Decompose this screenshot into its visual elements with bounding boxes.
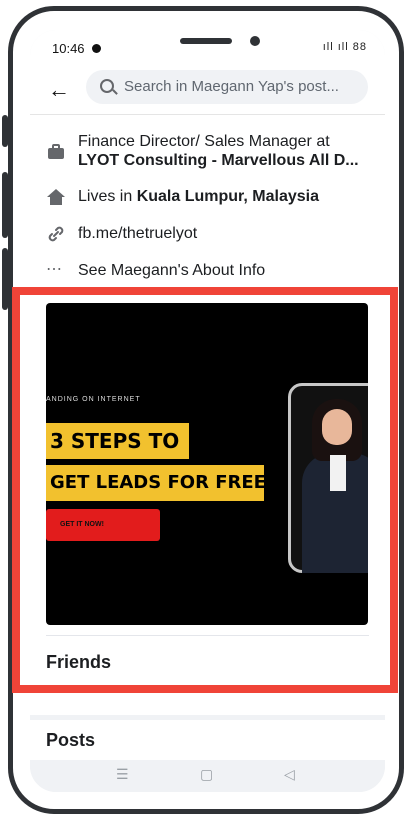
status-time: 10:46 — [52, 41, 85, 56]
signal-battery-icons: ıll ıll 88 — [322, 41, 367, 53]
lives-row[interactable]: Lives in Kuala Lumpur, Malaysia — [46, 187, 376, 211]
search-placeholder: Search in Maegann Yap's post... — [124, 78, 339, 95]
speaker-grille — [180, 38, 232, 44]
notification-icon — [92, 44, 101, 53]
front-camera — [250, 36, 260, 46]
divider — [46, 635, 369, 636]
featured-card: ANDING ON INTERNET 3 STEPS TO GET LEADS … — [30, 285, 385, 715]
briefcase-icon — [48, 144, 64, 159]
menu-icon[interactable]: ☰ — [116, 766, 129, 783]
ad-person-shirt — [330, 455, 346, 491]
link-icon — [48, 226, 64, 242]
more-icon: ⋯ — [46, 261, 62, 278]
lives-prefix: Lives in — [78, 188, 137, 205]
intro-section: Finance Director/ Sales Manager at LYOT … — [30, 115, 385, 285]
screen: 10:46 ıll ıll 88 ← Search in Maegann Yap… — [30, 30, 385, 792]
status-bar: 10:46 ıll ıll 88 — [30, 30, 385, 68]
posts-section: Posts — [30, 720, 385, 760]
top-bar: ← Search in Maegann Yap's post... — [30, 68, 385, 115]
about-row[interactable]: ⋯ See Maegann's About Info — [46, 261, 376, 285]
ad-image[interactable]: ANDING ON INTERNET 3 STEPS TO GET LEADS … — [46, 303, 368, 625]
ad-cta-button[interactable]: GET IT NOW! — [46, 509, 160, 541]
ad-headline-line2: GET LEADS FOR FREE! — [46, 465, 274, 501]
job-line2: LYOT Consulting - Marvellous All D... — [78, 152, 359, 169]
ad-person-face — [322, 409, 352, 445]
posts-heading: Posts — [46, 730, 96, 750]
friends-heading[interactable]: Friends — [46, 652, 111, 673]
job-line1: Finance Director/ Sales Manager at — [78, 133, 330, 150]
job-row[interactable]: Finance Director/ Sales Manager at LYOT … — [46, 133, 376, 173]
lives-place: Kuala Lumpur, Malaysia — [136, 188, 319, 205]
profile-link[interactable]: fb.me/thetruelyot — [78, 225, 197, 243]
link-row[interactable]: fb.me/thetruelyot — [46, 224, 376, 248]
home-square-icon[interactable]: ▢ — [200, 766, 213, 783]
ad-headline-line1: 3 STEPS TO — [46, 423, 189, 459]
system-nav-bar: ☰ ▢ ◁ — [30, 760, 385, 792]
ad-small-text: ANDING ON INTERNET — [46, 396, 141, 403]
about-link[interactable]: See Maegann's About Info — [78, 262, 265, 280]
search-input[interactable]: Search in Maegann Yap's post... — [86, 70, 368, 104]
back-arrow-icon[interactable]: ← — [48, 77, 70, 103]
back-triangle-icon[interactable]: ◁ — [284, 766, 295, 783]
search-icon — [100, 79, 114, 93]
home-icon — [47, 189, 65, 205]
